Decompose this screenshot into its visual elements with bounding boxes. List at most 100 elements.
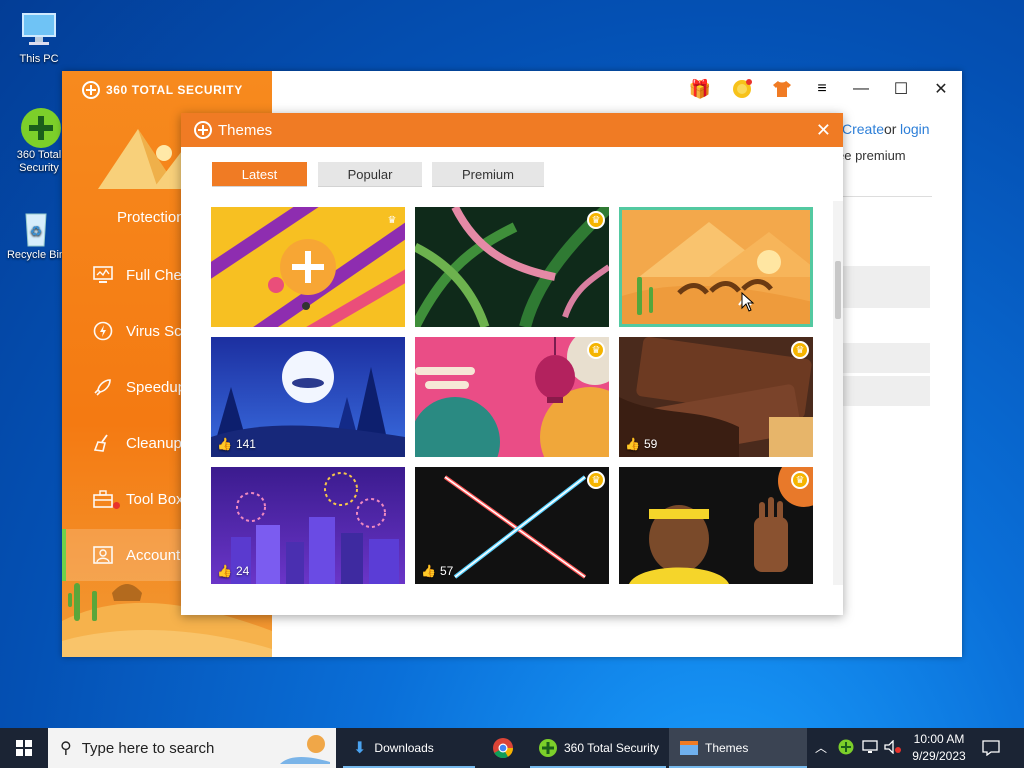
- theme-card[interactable]: ♛ 👍 57: [415, 467, 609, 584]
- maximize-button[interactable]: ☐: [886, 76, 916, 102]
- premium-text: ee premium: [837, 148, 906, 163]
- premium-crown-icon: ♛: [791, 341, 809, 359]
- 360-security-icon: [17, 106, 61, 148]
- chrome-icon: [493, 738, 514, 759]
- theme-shirt-icon[interactable]: [771, 78, 793, 100]
- start-button[interactable]: [0, 728, 48, 768]
- likes-count: 141: [235, 437, 256, 451]
- search-placeholder: Type here to search: [81, 739, 215, 757]
- themes-dialog: Themes ✕ Latest Popular Premium ♛ ♛ 👍 14…: [181, 113, 843, 615]
- theme-card[interactable]: 👍 141: [211, 337, 405, 457]
- tab-popular[interactable]: Popular: [318, 162, 422, 187]
- computer-icon: [17, 10, 61, 50]
- theme-card[interactable]: ♛: [415, 337, 609, 457]
- theme-card[interactable]: ♛: [619, 467, 813, 584]
- desktop-icon-360-total-security[interactable]: 360 Total Security: [8, 106, 70, 175]
- thumbs-up-icon: 👍: [217, 564, 232, 578]
- dialog-header: Themes ✕: [181, 113, 843, 147]
- scrollbar-track[interactable]: [833, 201, 843, 585]
- theme-preview-basketball: [629, 467, 813, 584]
- 360-logo-icon: [194, 121, 212, 139]
- brand-logo-icon: [82, 81, 100, 99]
- thumbs-up-icon: 👍: [217, 437, 232, 451]
- minimize-button[interactable]: —: [846, 76, 876, 102]
- gift-icon[interactable]: 🎁: [689, 78, 711, 100]
- lightning-icon: [92, 320, 114, 342]
- or-text: or: [884, 121, 897, 137]
- coin-icon[interactable]: [731, 78, 753, 100]
- desktop-icon-recycle-bin[interactable]: ♻ Recycle Bin: [5, 206, 67, 262]
- tab-premium[interactable]: Premium: [432, 162, 544, 187]
- themes-window-icon: [680, 741, 698, 755]
- theme-card-selected[interactable]: [619, 207, 813, 327]
- recycle-bin-icon: ♻: [14, 206, 58, 247]
- login-link[interactable]: login: [900, 121, 930, 137]
- theme-preview-tropical: [415, 207, 609, 327]
- theme-preview-desert: [619, 222, 813, 327]
- windows-logo-icon: [16, 740, 32, 756]
- taskbar: ⚲ Type here to search ⬇ Downloads 360 To…: [0, 728, 1024, 768]
- theme-card[interactable]: ♛ 👍 59: [619, 337, 813, 457]
- taskbar-item-downloads[interactable]: ⬇ Downloads: [343, 728, 475, 768]
- theme-likes: 👍 59: [625, 437, 657, 451]
- desktop-icon-label: Recycle Bin: [6, 249, 66, 261]
- 360-tray-icon[interactable]: [838, 739, 854, 755]
- taskbar-item-chrome[interactable]: [482, 728, 524, 768]
- taskbar-item-label: 360 Total Security: [564, 741, 660, 755]
- premium-crown-icon: ♛: [587, 211, 605, 229]
- notification-dot: [113, 502, 120, 509]
- clock-date: 9/29/2023: [912, 749, 966, 763]
- theme-preview-360: [211, 207, 405, 327]
- tab-latest[interactable]: Latest: [212, 162, 307, 187]
- theme-preview-lantern: [415, 337, 609, 457]
- sidebar-item-label: Speedup: [126, 378, 187, 396]
- likes-count: 24: [235, 564, 250, 578]
- premium-crown-icon: ♛: [387, 214, 397, 226]
- system-clock[interactable]: 10:00 AM 9/29/2023: [908, 731, 970, 765]
- volume-muted-icon[interactable]: [884, 740, 902, 754]
- chevron-up-icon[interactable]: ︿: [815, 739, 827, 756]
- brand-name: 360 TOTAL SECURITY: [106, 83, 243, 97]
- theme-likes: 👍 141: [217, 437, 256, 451]
- sidebar-item-label: Cleanup: [126, 434, 182, 452]
- network-icon[interactable]: [862, 740, 878, 754]
- create-account-link[interactable]: Create: [842, 121, 884, 137]
- desktop-icon-label: 360 Total Security: [16, 149, 62, 174]
- svg-text:♻: ♻: [30, 223, 43, 239]
- likes-count: 57: [439, 564, 454, 578]
- broom-icon: [92, 432, 114, 454]
- taskbar-item-themes[interactable]: Themes: [669, 728, 807, 768]
- search-highlight-icon: [280, 735, 330, 764]
- desktop-icon-this-pc[interactable]: This PC: [8, 10, 70, 66]
- theme-card[interactable]: 👍 24: [211, 467, 405, 584]
- premium-crown-icon: ♛: [587, 341, 605, 359]
- 360-security-icon: [539, 739, 557, 757]
- theme-card[interactable]: ♛: [211, 207, 405, 327]
- dialog-close-icon[interactable]: ✕: [816, 120, 831, 141]
- likes-count: 59: [643, 437, 658, 451]
- thumbs-up-icon: 👍: [421, 564, 436, 578]
- theme-card[interactable]: ♛: [415, 207, 609, 327]
- clock-time: 10:00 AM: [913, 732, 965, 746]
- taskbar-search[interactable]: ⚲ Type here to search: [48, 728, 336, 768]
- thumbs-up-icon: 👍: [625, 437, 640, 451]
- theme-likes: 👍 24: [217, 564, 249, 578]
- folder-download-icon: ⬇: [353, 740, 367, 757]
- desktop-icon-label: This PC: [19, 53, 59, 65]
- menu-icon[interactable]: ≡: [811, 78, 833, 100]
- mouse-cursor-icon: [741, 292, 755, 312]
- rocket-icon: [92, 376, 114, 398]
- toolbox-icon: [92, 488, 114, 510]
- search-icon: ⚲: [60, 740, 72, 757]
- app-brand: 360 TOTAL SECURITY: [82, 81, 243, 99]
- notification-icon[interactable]: [982, 740, 1000, 756]
- scrollbar-thumb[interactable]: [835, 261, 841, 319]
- taskbar-item-360-total-security[interactable]: 360 Total Security: [530, 728, 666, 768]
- taskbar-item-label: Downloads: [374, 741, 434, 755]
- close-button[interactable]: ✕: [926, 76, 956, 102]
- dialog-title: Themes: [218, 121, 273, 139]
- protection-label: Protection: [117, 209, 185, 226]
- theme-likes: 👍 57: [421, 564, 453, 578]
- premium-crown-icon: ♛: [791, 471, 809, 489]
- app-titlebar: 🎁 ≡ — ☐ ✕: [272, 71, 962, 107]
